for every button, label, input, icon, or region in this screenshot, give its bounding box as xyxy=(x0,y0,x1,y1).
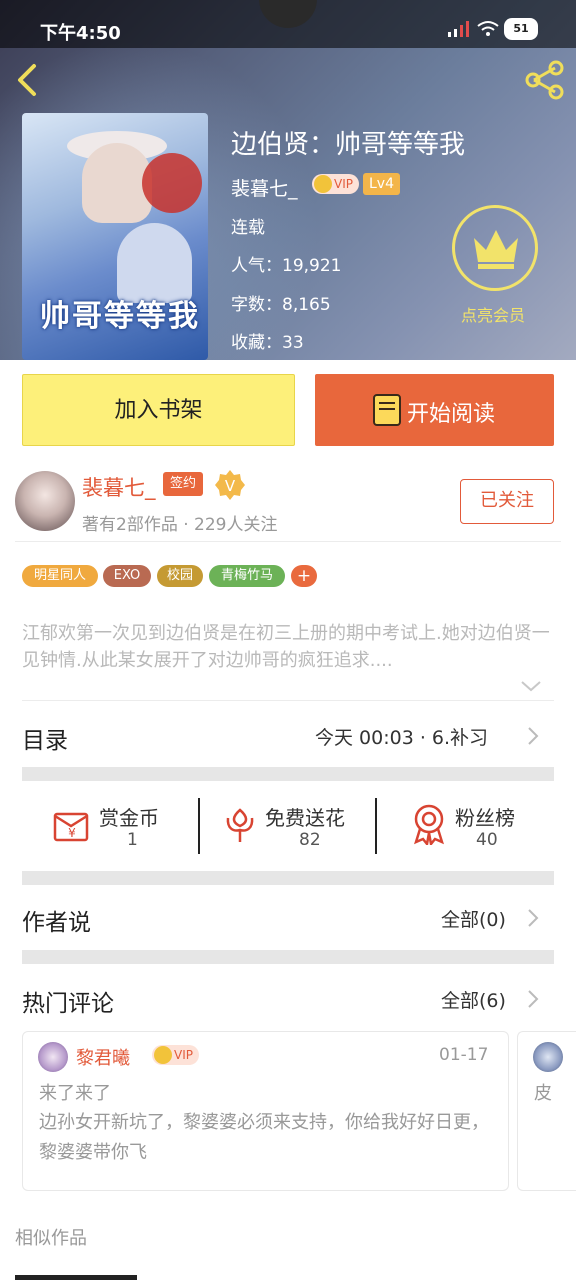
comment-peek: 皮 xyxy=(534,1083,552,1104)
author-says-label[interactable]: 作者说 xyxy=(22,903,91,937)
tag-idol-fanfic[interactable]: 明星同人 xyxy=(22,565,98,587)
comment-date: 01-17 xyxy=(439,1045,489,1065)
hot-comments-all[interactable]: 全部(6) xyxy=(441,986,506,1013)
book-cover[interactable]: 帅哥等等我 xyxy=(22,113,208,360)
book-popularity: 人气：19,921 xyxy=(231,256,342,276)
tag-campus[interactable]: 校园 xyxy=(157,565,203,587)
commenter-avatar[interactable] xyxy=(533,1042,563,1072)
start-reading-button[interactable]: 开始阅读 xyxy=(315,374,554,446)
reward-envelope-icon[interactable]: ¥ xyxy=(53,806,93,844)
similar-works-label: 相似作品 xyxy=(15,1228,87,1249)
book-favorites: 收藏：33 xyxy=(231,333,304,353)
member-crown-button[interactable] xyxy=(452,205,538,291)
section-separator xyxy=(22,950,554,964)
stat-fans-value: 40 xyxy=(476,830,498,850)
member-label[interactable]: 点亮会员 xyxy=(461,302,525,326)
medal-icon[interactable] xyxy=(411,803,447,845)
svg-text:V: V xyxy=(225,477,236,495)
tag-exo[interactable]: EXO xyxy=(103,565,151,587)
signal-icon xyxy=(448,21,469,37)
verified-icon: V xyxy=(215,470,245,500)
camera-notch xyxy=(259,0,317,28)
book-icon xyxy=(373,394,401,426)
stat-divider xyxy=(198,798,200,854)
book-title: 边伯贤：帅哥等等我 xyxy=(231,130,466,160)
tag-childhood-sweethearts[interactable]: 青梅竹马 xyxy=(209,565,285,587)
divider xyxy=(15,541,561,542)
author-says-all[interactable]: 全部(0) xyxy=(441,905,506,932)
hot-comments-label[interactable]: 热门评论 xyxy=(22,984,114,1018)
book-status: 连载 xyxy=(231,218,265,238)
commenter-name[interactable]: 黎君曦 xyxy=(76,1044,130,1070)
book-header: 帅哥等等我 边伯贤：帅哥等等我 裴暮七_ VIP Lv4 连载 人气：19,92… xyxy=(0,0,576,360)
book-author[interactable]: 裴暮七_ xyxy=(231,174,298,201)
commenter-vip-badge: VIP xyxy=(152,1045,199,1065)
commenter-vip-label: VIP xyxy=(174,1048,193,1062)
comment-title: 来了来了 xyxy=(39,1083,111,1104)
crown-icon xyxy=(474,230,518,269)
catalog-latest[interactable]: 今天 00:03 · 6.补习 xyxy=(315,723,488,750)
stat-flowers-label[interactable]: 免费送花 xyxy=(265,802,345,831)
chevron-right-icon[interactable] xyxy=(527,908,539,928)
back-arrow-icon[interactable] xyxy=(14,62,42,98)
stat-divider xyxy=(375,798,377,854)
battery-icon: 51 xyxy=(504,18,538,40)
start-reading-label: 开始阅读 xyxy=(407,402,496,427)
follow-button[interactable]: 已关注 xyxy=(460,479,554,524)
vip-badge: VIP xyxy=(312,174,359,194)
chevron-right-icon[interactable] xyxy=(527,726,539,746)
section-separator xyxy=(22,767,554,781)
divider xyxy=(22,700,554,701)
catalog-label[interactable]: 目录 xyxy=(22,721,68,755)
vip-crown-icon xyxy=(154,1046,172,1064)
book-summary: 江郁欢第一次见到边伯贤是在初三上册的期中考试上.她对边伯贤一见钟情.从此某女展开… xyxy=(22,623,550,671)
comment-card[interactable]: 黎君曦 VIP 01-17 来了来了 边孙女开新坑了，黎婆婆必须来支持，你给我好… xyxy=(22,1031,509,1191)
flower-icon[interactable] xyxy=(223,806,257,844)
stat-reward-label[interactable]: 赏金币 xyxy=(99,802,159,831)
commenter-avatar[interactable] xyxy=(38,1042,68,1072)
expand-chevron-icon[interactable] xyxy=(520,679,542,693)
status-bar: 下午4:50 51 xyxy=(0,0,576,48)
book-word-count: 字数：8,165 xyxy=(231,295,331,315)
vip-crown-icon xyxy=(314,175,332,193)
section-separator xyxy=(22,871,554,885)
stat-fans-label[interactable]: 粉丝榜 xyxy=(455,802,515,831)
comment-body: 边孙女开新坑了，黎婆婆必须来支持，你给我好好日更，黎婆婆带你飞 xyxy=(39,1112,489,1163)
stat-reward-value: 1 xyxy=(127,830,138,850)
author-avatar[interactable] xyxy=(15,471,75,531)
add-tag-button[interactable]: + xyxy=(291,565,317,587)
cover-title: 帅哥等等我 xyxy=(40,299,200,334)
status-time: 下午4:50 xyxy=(40,23,121,44)
vip-label: VIP xyxy=(334,177,353,191)
stat-flowers-value: 82 xyxy=(299,830,321,850)
similar-cover-strip xyxy=(15,1275,137,1280)
add-to-shelf-button[interactable]: 加入书架 xyxy=(22,374,295,446)
author-name[interactable]: 裴暮七_ xyxy=(82,472,156,502)
author-meta: 著有2部作品 · 229人关注 xyxy=(82,515,278,535)
share-icon[interactable] xyxy=(524,60,566,100)
comment-card-next[interactable]: 皮 xyxy=(517,1031,576,1191)
signed-badge: 签约 xyxy=(163,472,204,496)
cover-flower xyxy=(142,153,202,213)
chevron-right-icon[interactable] xyxy=(527,989,539,1009)
svg-text:¥: ¥ xyxy=(68,826,76,840)
wifi-icon xyxy=(477,21,499,36)
level-badge: Lv4 xyxy=(363,173,400,195)
